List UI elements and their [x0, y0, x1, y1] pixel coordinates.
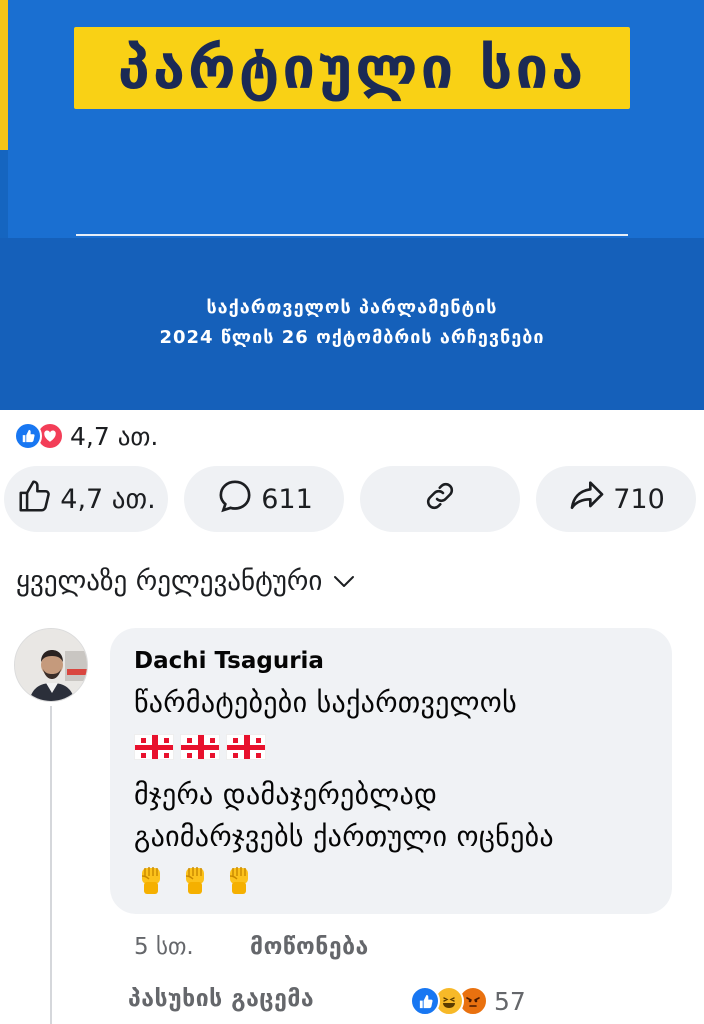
subtitle-line-2: 2024 წლის 26 ოქტომბრის არჩევნები: [159, 327, 545, 348]
reaction-count: 4,7 ათ.: [70, 421, 159, 451]
headline: პარტიული სია: [117, 34, 587, 102]
share-button[interactable]: 710: [536, 466, 696, 532]
comment-time: 5 სთ.: [134, 934, 194, 960]
comment-text-line-4: გაიმარჯვებს ქართული ოცნება: [134, 820, 554, 853]
sort-label: ყველაზე რელევანტური: [16, 565, 323, 597]
comment-text-line-3: მჯერა დამაჯერებლად: [134, 778, 438, 811]
reply-button[interactable]: პასუხის გაცემა: [128, 986, 314, 1012]
comment-reactions[interactable]: 57: [410, 984, 526, 1018]
georgia-flag-icon: [134, 734, 174, 760]
like-icon: [410, 986, 440, 1016]
post-image[interactable]: პარტიული სია საქართველოს პარლამენტის 202…: [0, 0, 704, 410]
link-icon: [422, 478, 458, 521]
divider: [76, 234, 628, 236]
share-count: 710: [613, 483, 665, 515]
chevron-down-icon: [322, 566, 356, 597]
reply-thread-line: [50, 706, 52, 1024]
raised-fist-icon: [178, 862, 212, 896]
comment-button[interactable]: 611: [184, 466, 344, 532]
copy-link-button[interactable]: [360, 466, 520, 532]
like-count: 4,7 ათ.: [60, 483, 156, 515]
subtitle-line-1: საქართველოს პარლამენტის: [206, 297, 498, 318]
reaction-summary[interactable]: 4,7 ათ.: [14, 420, 158, 452]
comment-author[interactable]: Dachi Tsaguria: [134, 648, 324, 674]
avatar[interactable]: [14, 628, 88, 702]
comment-sort-dropdown[interactable]: ყველაზე რელევანტური: [16, 564, 356, 598]
banner-top-text: [70, 0, 640, 8]
comment-bubble[interactable]: Dachi Tsaguria წარმატებები საქართველოს მ…: [110, 628, 672, 914]
comment-text-line-1: წარმატებები საქართველოს: [134, 686, 518, 719]
georgia-flag-icon: [180, 734, 220, 760]
georgia-flag-emojis: [134, 734, 272, 760]
raised-fist-emojis: [134, 862, 266, 896]
raised-fist-icon: [222, 862, 256, 896]
comment-count: 611: [261, 483, 313, 515]
like-button[interactable]: 4,7 ათ.: [4, 466, 168, 532]
headline-box: პარტიული სია: [74, 27, 630, 109]
like-icon: [14, 422, 42, 450]
banner-lower-panel: [0, 238, 704, 410]
thumbs-up-icon: [16, 477, 54, 522]
raised-fist-icon: [134, 862, 168, 896]
comment-like-button[interactable]: მოწონება: [250, 934, 369, 960]
share-arrow-icon: [567, 476, 607, 523]
comment-icon: [215, 476, 255, 523]
georgia-flag-icon: [226, 734, 266, 760]
comment-reaction-count: 57: [494, 986, 526, 1016]
banner-yellow-edge: [0, 0, 8, 150]
